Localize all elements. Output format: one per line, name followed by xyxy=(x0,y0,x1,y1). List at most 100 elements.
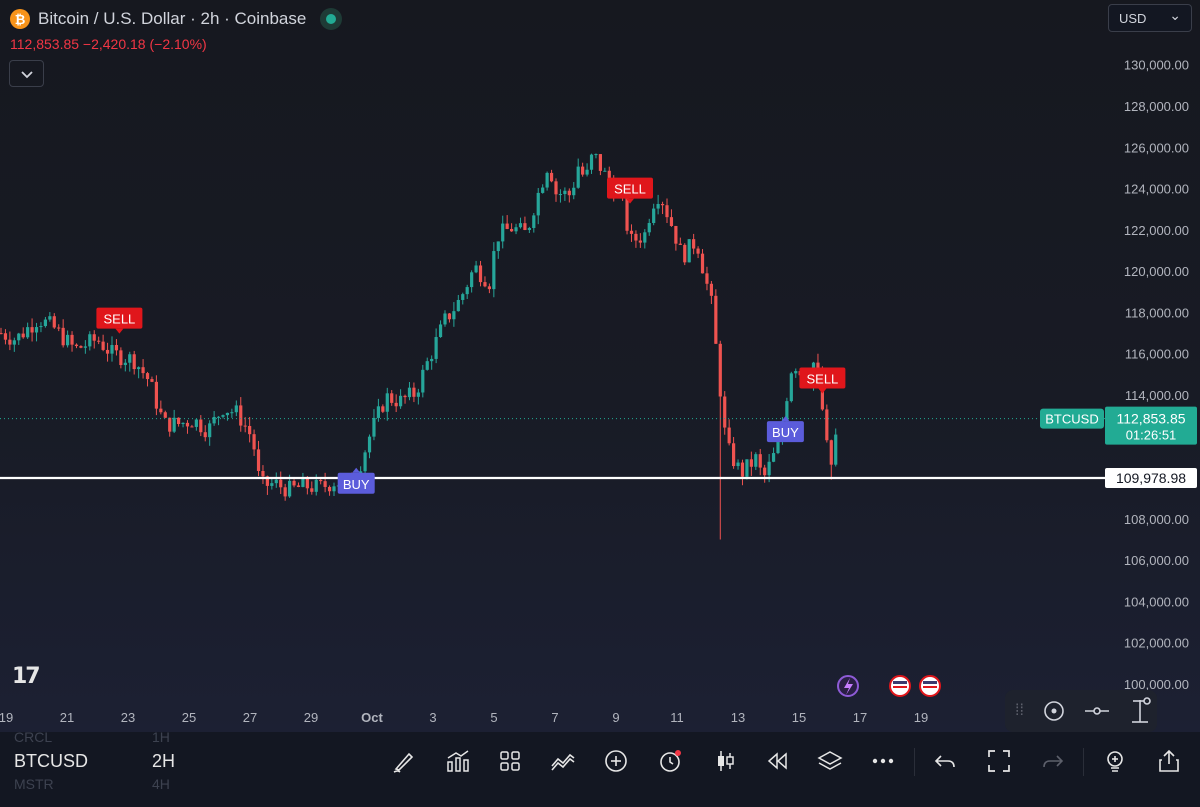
signal-label: SELL xyxy=(103,312,135,327)
ideas-bulb-icon[interactable] xyxy=(1100,746,1130,776)
fullscreen-icon[interactable] xyxy=(984,746,1014,776)
candle-body xyxy=(714,295,718,344)
candle-body xyxy=(834,434,838,465)
replay-icon[interactable] xyxy=(762,746,792,776)
candle-body xyxy=(394,402,398,407)
candle-body xyxy=(776,441,780,454)
candles-icon[interactable] xyxy=(710,746,740,776)
layouts-grid-icon[interactable] xyxy=(495,746,525,776)
candle-body xyxy=(137,367,141,370)
candle-body xyxy=(30,327,34,333)
price-chart[interactable]: 100,000.00102,000.00104,000.00106,000.00… xyxy=(0,0,1200,732)
undo-icon[interactable] xyxy=(930,746,960,776)
signal-label: BUY xyxy=(343,477,370,492)
circle-tool-icon[interactable] xyxy=(1042,699,1066,723)
candle-body xyxy=(643,232,647,243)
candle-body xyxy=(794,371,798,374)
candle-body xyxy=(390,393,394,403)
alert-clock-icon[interactable] xyxy=(655,746,685,776)
candle-body xyxy=(665,205,669,218)
y-tick-label: 128,000.00 xyxy=(1124,99,1189,114)
candle-body xyxy=(332,486,336,492)
candle-body xyxy=(57,327,61,329)
candle-body xyxy=(723,396,727,428)
candle-body xyxy=(203,432,207,438)
next-symbol[interactable]: MSTR xyxy=(14,776,54,792)
indicators-icon[interactable] xyxy=(443,746,473,776)
candle-body xyxy=(3,333,8,340)
market-open-icon[interactable] xyxy=(320,8,343,30)
candle-body xyxy=(319,479,323,482)
candle-body xyxy=(123,362,127,366)
strategy-icon[interactable] xyxy=(548,746,578,776)
candle-body xyxy=(101,341,105,350)
candle-body xyxy=(327,486,332,492)
candle-body xyxy=(381,406,385,412)
y-tick-label: 116,000.00 xyxy=(1125,347,1189,362)
candle-body xyxy=(0,333,3,335)
candle-body xyxy=(749,459,753,467)
candle-body xyxy=(8,339,12,345)
collapse-button[interactable] xyxy=(9,60,44,87)
candle-body xyxy=(110,345,114,354)
y-tick-label: 120,000.00 xyxy=(1124,264,1189,279)
candle-body xyxy=(252,434,256,450)
candle-body xyxy=(487,286,491,290)
candle-body xyxy=(26,327,30,338)
prev-interval[interactable]: 1H xyxy=(152,729,170,745)
share-icon[interactable] xyxy=(1154,746,1184,776)
candle-body xyxy=(656,203,660,209)
redo-icon[interactable] xyxy=(1038,746,1068,776)
candle-body xyxy=(470,272,474,288)
x-tick-label: 17 xyxy=(853,710,867,725)
line-tool-icon[interactable] xyxy=(1084,701,1110,721)
candle-body xyxy=(159,408,163,413)
y-tick-label: 122,000.00 xyxy=(1124,223,1189,238)
chevron-down-icon: ⌄ xyxy=(1169,6,1181,23)
chevron-down-icon xyxy=(20,70,33,78)
symbol-label[interactable]: BTCUSD xyxy=(14,751,88,772)
candle-body xyxy=(221,415,225,417)
candle-body xyxy=(505,223,509,229)
candle-body xyxy=(700,253,705,274)
next-interval[interactable]: 4H xyxy=(152,776,170,792)
layers-icon[interactable] xyxy=(815,746,845,776)
prev-symbol[interactable]: CRCL xyxy=(14,729,52,745)
x-tick-label: 23 xyxy=(121,710,135,725)
candle-body xyxy=(740,462,745,477)
candle-body xyxy=(554,181,558,195)
more-icon[interactable] xyxy=(868,746,898,776)
signal-label: BUY xyxy=(772,425,799,440)
interval-label[interactable]: 2H xyxy=(152,751,175,772)
candle-body xyxy=(541,187,545,193)
candle-body xyxy=(536,192,540,216)
drawing-toolbar: ⁞⁞ xyxy=(1005,690,1157,732)
candle-body xyxy=(767,461,771,476)
chart-area[interactable]: 100,000.00 102,000.00 104,000.00 106,000.00… xyxy=(0,0,1200,732)
brush-icon[interactable] xyxy=(389,746,419,776)
add-icon[interactable] xyxy=(601,746,631,776)
candle-body xyxy=(194,419,198,427)
candle-body xyxy=(83,346,87,348)
candle-body xyxy=(17,333,21,341)
symbol-title[interactable]: Bitcoin / U.S. Dollar · 2h · Coinbase xyxy=(38,9,306,29)
candle-body xyxy=(403,395,407,398)
candle-body xyxy=(132,354,136,370)
candle-body xyxy=(732,443,736,467)
candle-body xyxy=(230,412,234,414)
x-tick-label: 19 xyxy=(0,710,13,725)
bitcoin-logo-icon: ₿ xyxy=(10,9,30,29)
candle-body xyxy=(372,417,376,437)
y-tick-label: 124,000.00 xyxy=(1124,182,1189,197)
x-tick-label: 11 xyxy=(670,710,684,725)
candle-body xyxy=(492,251,496,290)
candle-body xyxy=(745,459,749,477)
candle-body xyxy=(119,350,123,366)
dots-grip-icon[interactable]: ⁞⁞ xyxy=(1015,702,1024,720)
y-tick-label: 126,000.00 xyxy=(1124,140,1189,155)
measure-tool-icon[interactable] xyxy=(1128,697,1152,725)
x-tick-label: 3 xyxy=(429,710,436,725)
currency-select[interactable]: USD ⌄ xyxy=(1108,4,1192,32)
x-tick-label: Oct xyxy=(361,710,383,725)
candle-body xyxy=(239,405,243,426)
